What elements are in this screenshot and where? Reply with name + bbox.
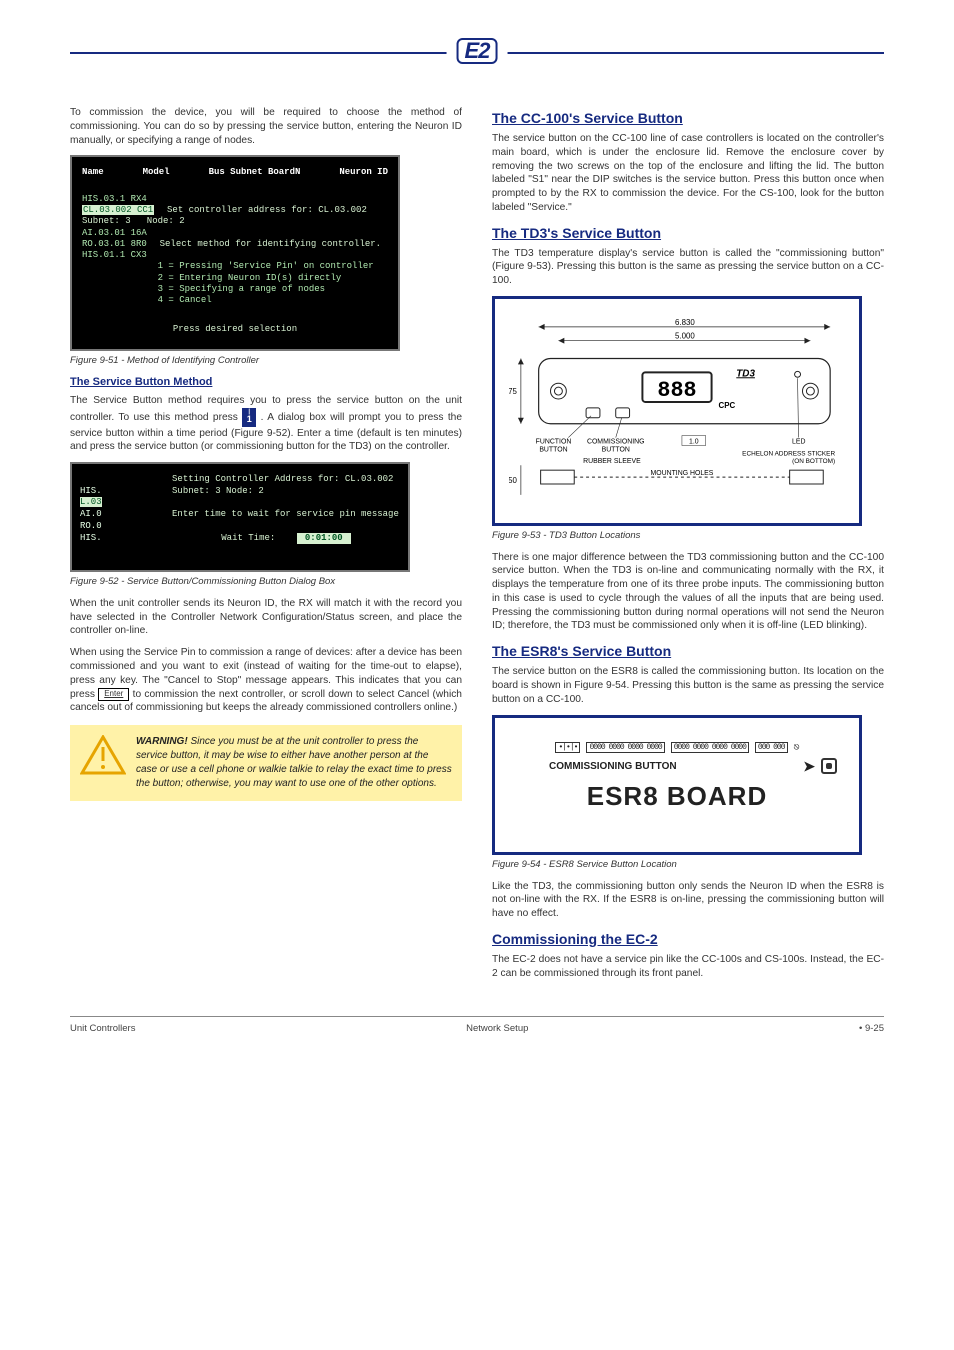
esr-connector-icon: 000 000 bbox=[755, 742, 788, 753]
warning-icon bbox=[80, 735, 126, 775]
term-row: RO.03.01 8R0 bbox=[82, 239, 147, 249]
dim-bh: .750 bbox=[509, 476, 518, 485]
option-1: 1 = Pressing 'Service Pin' on controller bbox=[158, 261, 374, 271]
svg-text:(ON BOTTOM): (ON BOTTOM) bbox=[792, 458, 835, 465]
esr-button-icon bbox=[821, 758, 837, 774]
display-888: 888 bbox=[657, 378, 696, 403]
svg-text:BUTTON: BUTTON bbox=[539, 446, 567, 453]
mounting-holes-label: MOUNTING HOLES bbox=[650, 470, 713, 477]
figure-9-51-terminal: Name Model Bus Subnet BoardN Neuron ID H… bbox=[70, 155, 400, 351]
subhead-td3: The TD3's Service Button bbox=[492, 225, 884, 241]
body-after-fig52: When the unit controller sends its Neuro… bbox=[70, 597, 462, 638]
term2-line1: Setting Controller Address for: CL.03.00… bbox=[172, 474, 400, 486]
subhead-cc100: The CC-100's Service Button bbox=[492, 110, 884, 126]
col-neuron: Neuron ID bbox=[339, 167, 388, 178]
body-ec2: The EC-2 does not have a service pin lik… bbox=[492, 953, 884, 981]
body-esr8-detail: Like the TD3, the commissioning button o… bbox=[492, 880, 884, 921]
footer-left: Unit Controllers bbox=[70, 1023, 135, 1034]
figure-9-53-caption: Figure 9-53 - TD3 Button Locations bbox=[492, 530, 884, 541]
dim-w1: 6.830 bbox=[675, 318, 695, 327]
side-row: RO.0 bbox=[80, 521, 102, 531]
figure-9-52-terminal: HIS. L.03 AI.0 RO.0 HIS. Setting Control… bbox=[70, 462, 410, 572]
esr-connector-icon: 0000 0000 0000 0000 bbox=[671, 742, 749, 753]
body-esr8-intro: The service button on the ESR8 is called… bbox=[492, 665, 884, 706]
figure-9-53-diagram: 6.830 5.000 1.375 888 bbox=[492, 296, 862, 526]
esr-connector-icon: •|•|• bbox=[555, 742, 580, 753]
esr-plug-icon: ⎋ bbox=[794, 742, 799, 754]
enter-key-icon: Enter bbox=[98, 688, 129, 701]
col-model: Model bbox=[143, 167, 170, 178]
side-row: HIS. bbox=[80, 533, 102, 543]
side-row-hl: L.03 bbox=[80, 497, 102, 507]
col-name: Name bbox=[82, 167, 104, 178]
body-service-method: The Service Button method requires you t… bbox=[70, 394, 462, 454]
header-rule: E2 bbox=[70, 40, 884, 70]
warning-label: WARNING! bbox=[136, 736, 188, 747]
key-1-icon: 1 bbox=[242, 408, 256, 427]
brand-logo: E2 bbox=[457, 38, 498, 64]
term-row: HIS.03.1 RX4 bbox=[82, 194, 147, 204]
body-td3-intro: The TD3 temperature display's service bu… bbox=[492, 247, 884, 288]
col-bus: Bus Subnet BoardN bbox=[209, 167, 301, 178]
subhead-esr8: The ESR8's Service Button bbox=[492, 643, 884, 659]
footer-right: • 9-25 bbox=[859, 1023, 884, 1034]
td3-cpc: CPC bbox=[719, 401, 736, 410]
esr-board-title: ESR8 BOARD bbox=[509, 781, 845, 812]
comm-button-label: COMMISSIONING bbox=[587, 438, 645, 445]
intro-text: To commission the device, you will be re… bbox=[70, 106, 462, 147]
side-row: HIS. bbox=[80, 486, 102, 496]
sticker-label: ECHELON ADDRESS STICKER bbox=[742, 450, 835, 457]
term-row: AI.03.01 16A bbox=[82, 228, 147, 238]
wait-label: Wait Time: bbox=[221, 533, 275, 543]
page-footer: Unit Controllers Network Setup • 9-25 bbox=[70, 1016, 884, 1034]
figure-9-54-diagram: •|•|• 0000 0000 0000 0000 0000 0000 0000… bbox=[492, 715, 862, 855]
footer-center: Network Setup bbox=[466, 1023, 528, 1034]
term-row: HIS.01.1 CX3 bbox=[82, 250, 147, 260]
func-button-label: FUNCTION bbox=[536, 438, 572, 445]
figure-9-54-caption: Figure 9-54 - ESR8 Service Button Locati… bbox=[492, 859, 884, 870]
option-3: 3 = Specifying a range of nodes bbox=[158, 284, 325, 294]
option-2: 2 = Entering Neuron ID(s) directly bbox=[158, 273, 342, 283]
dim-w2: 5.000 bbox=[675, 332, 695, 341]
dim-h: 1.375 bbox=[509, 387, 518, 396]
term-prompt: Press desired selection bbox=[80, 318, 390, 335]
td3-brand: TD3 bbox=[736, 368, 755, 379]
arrow-right-icon: ➤ bbox=[803, 758, 815, 775]
subhead-ec2: Commissioning the EC-2 bbox=[492, 931, 884, 947]
dim-btn: 1.0 bbox=[689, 438, 699, 445]
figure-9-52-caption: Figure 9-52 - Service Button/Commissioni… bbox=[70, 576, 462, 587]
body-td3-detail: There is one major difference between th… bbox=[492, 551, 884, 634]
led-label: LED bbox=[792, 438, 805, 445]
body-service-pin-range: When using the Service Pin to commission… bbox=[70, 646, 462, 715]
option-4: 4 = Cancel bbox=[158, 295, 212, 305]
body-cc100: The service button on the CC-100 line of… bbox=[492, 132, 884, 215]
warning-box: WARNING! Since you must be at the unit c… bbox=[70, 725, 462, 801]
side-row: AI.0 bbox=[80, 509, 102, 519]
rubber-sleeve-label: RUBBER SLEEVE bbox=[583, 458, 641, 465]
esr-comm-label: COMMISSIONING BUTTON bbox=[549, 761, 677, 772]
svg-text:BUTTON: BUTTON bbox=[602, 446, 630, 453]
wait-value: 0:01:00 bbox=[297, 533, 351, 545]
subhead-service-button-method: The Service Button Method bbox=[70, 376, 462, 388]
esr-connector-icon: 0000 0000 0000 0000 bbox=[586, 742, 664, 753]
term-box2: Select method for identifying controller… bbox=[158, 237, 383, 251]
term2-line3: Enter time to wait for service pin messa… bbox=[172, 509, 400, 521]
term2-line2: Subnet: 3 Node: 2 bbox=[172, 486, 400, 498]
figure-9-51-caption: Figure 9-51 - Method of Identifying Cont… bbox=[70, 355, 462, 366]
